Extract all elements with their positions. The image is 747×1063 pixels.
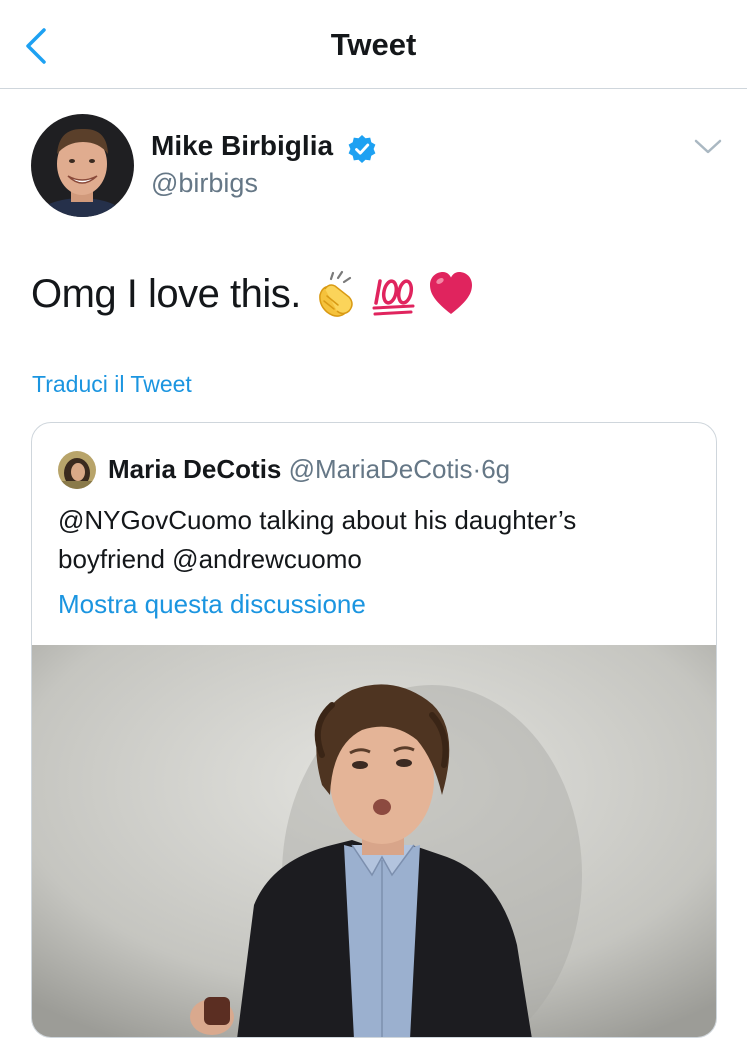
hundred-points-emoji-icon: [372, 279, 415, 316]
quoted-tweet-video[interactable]: [32, 645, 716, 1037]
tweet-text-content: Omg I love this.: [31, 271, 301, 316]
quoted-author-avatar[interactable]: [58, 451, 96, 489]
author-avatar[interactable]: [31, 114, 134, 217]
quoted-author-name[interactable]: Maria DeCotis: [108, 454, 281, 484]
quoted-tweet-card[interactable]: Maria DeCotis @MariaDeCotis·6g @NYGovCuo…: [31, 422, 717, 1038]
top-nav-bar: Tweet: [0, 0, 747, 89]
author-handle[interactable]: @birbigs: [151, 168, 258, 199]
red-heart-emoji-icon: [429, 272, 472, 314]
verified-badge-icon: [348, 135, 376, 163]
tweet-text: Omg I love this.: [31, 264, 475, 324]
translate-tweet-link[interactable]: Traduci il Tweet: [32, 371, 192, 398]
quoted-tweet-header: Maria DeCotis @MariaDeCotis·6g: [108, 454, 510, 485]
page-title: Tweet: [330, 27, 417, 62]
header-separator: ·: [472, 454, 482, 484]
more-options-button[interactable]: [690, 132, 726, 162]
clapping-hands-emoji-icon: [319, 270, 353, 317]
author-name[interactable]: Mike Birbiglia: [151, 130, 333, 162]
quoted-author-handle[interactable]: @MariaDeCotis: [289, 454, 473, 484]
show-thread-link[interactable]: Mostra questa discussione: [58, 589, 366, 620]
quoted-tweet-text: @NYGovCuomo talking about his daughter’s…: [58, 505, 577, 574]
chevron-down-icon: [694, 139, 722, 154]
quoted-tweet-time: 6g: [481, 454, 511, 484]
